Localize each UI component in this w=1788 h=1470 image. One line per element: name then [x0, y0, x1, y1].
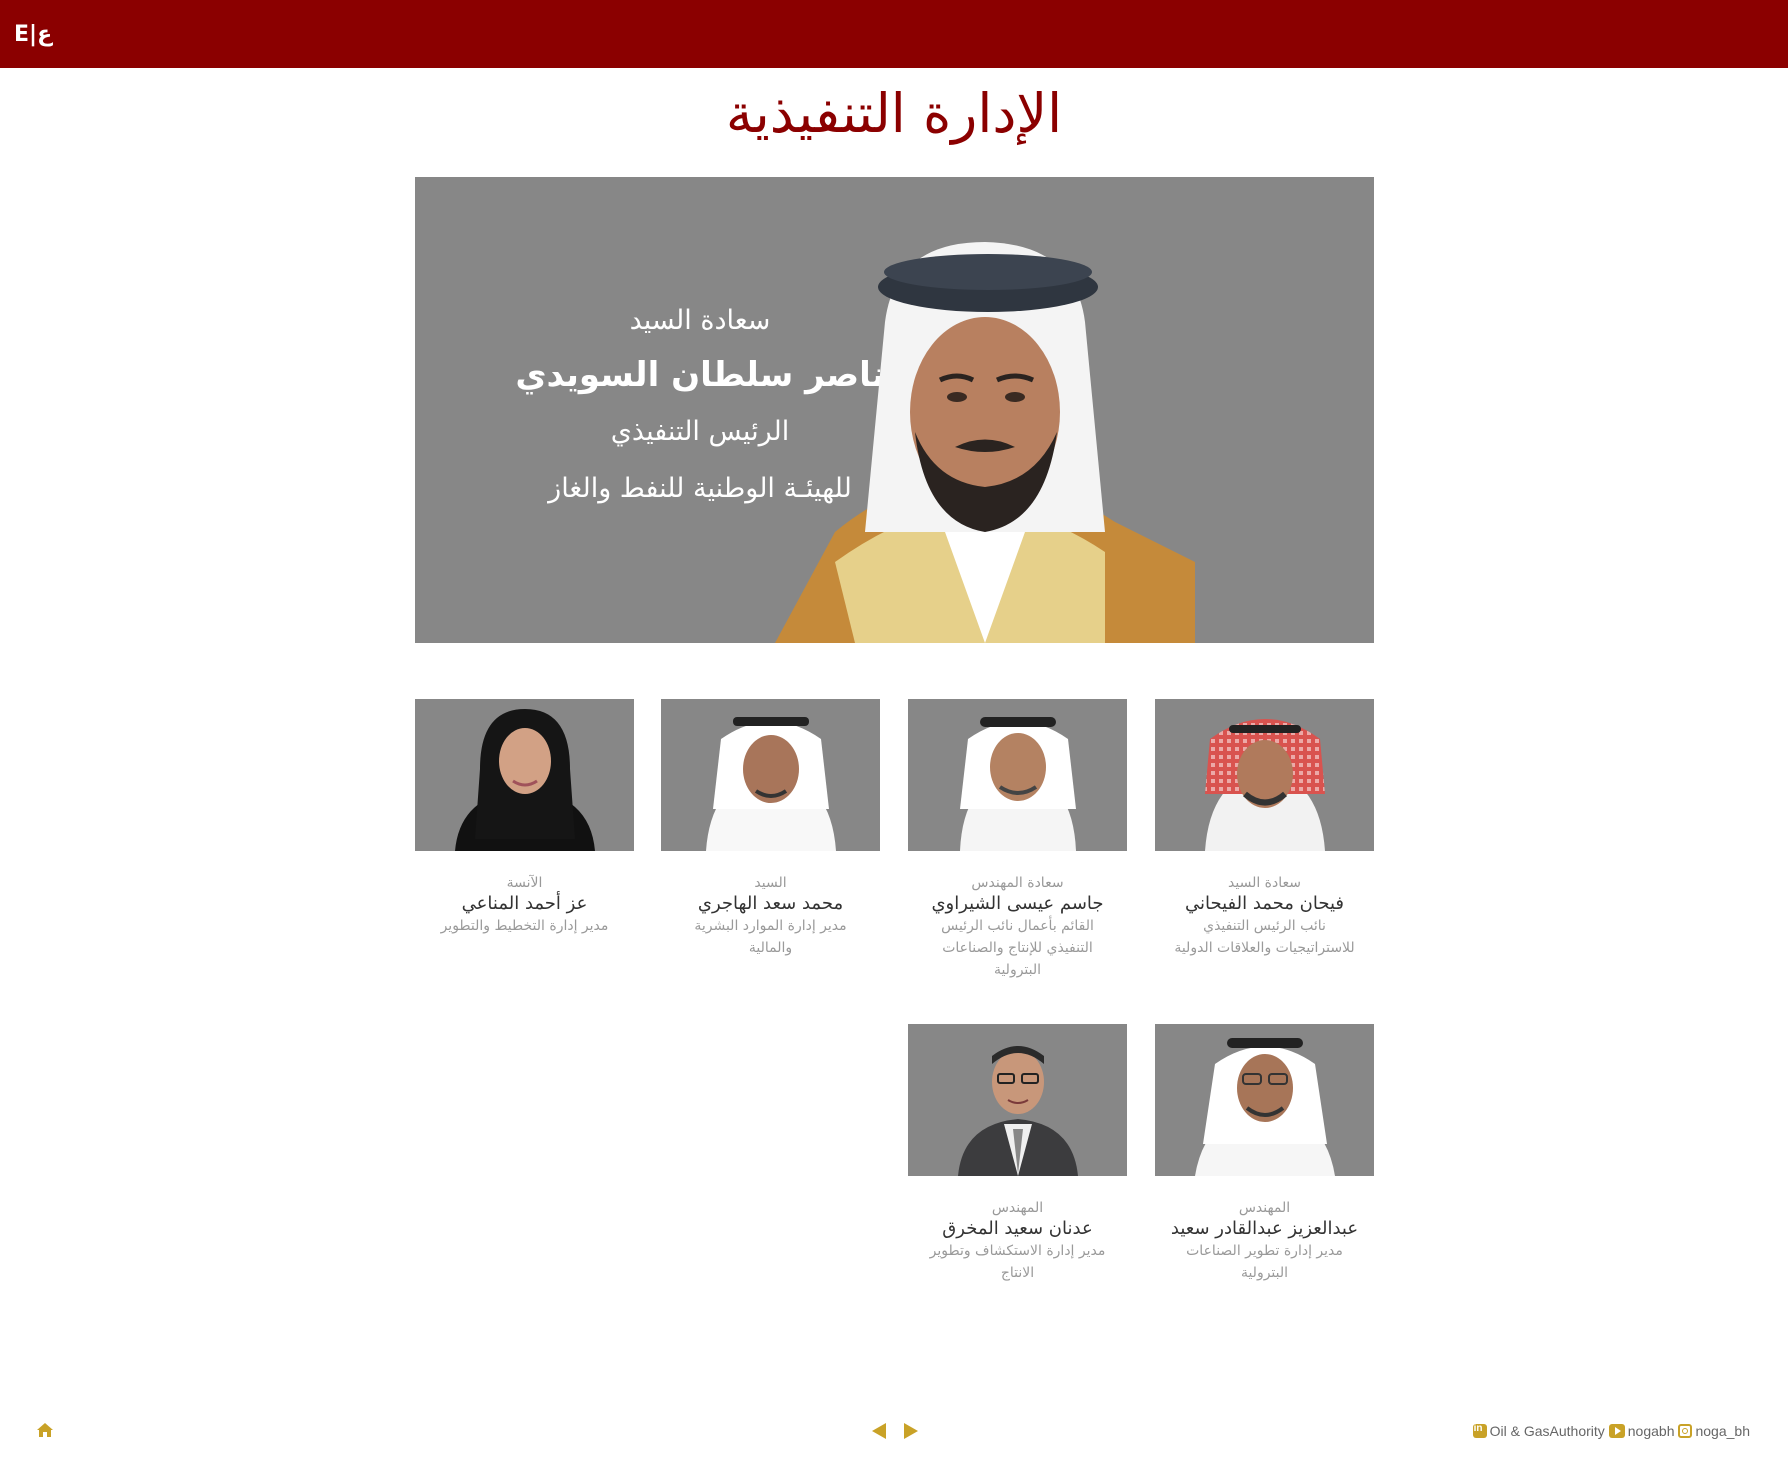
arrow-right-icon[interactable] [903, 1422, 919, 1440]
ceo-portrait [775, 242, 1195, 643]
social-links: Oil & GasAuthority nogabh noga_bh [1469, 1423, 1750, 1439]
youtube-link[interactable]: nogabh [1608, 1423, 1675, 1439]
language-toggle[interactable]: E|ع [14, 22, 52, 47]
executive-honorific: سعادة السيد [1228, 875, 1301, 891]
executive-name: عبدالعزيز عبدالقادر سعيد [1170, 1218, 1359, 1239]
instagram-icon [1678, 1424, 1693, 1438]
executive-card-3[interactable]: السيد محمد سعد الهاجري مدير إدارة الموار… [661, 699, 880, 959]
executive-card-6[interactable]: المهندس عدنان سعيد المخرق مدير إدارة الا… [908, 1024, 1127, 1284]
executive-photo [1155, 699, 1374, 851]
executive-name: جاسم عيسى الشيراوي [931, 893, 1104, 914]
executive-photo [661, 699, 880, 851]
executive-role: مدير إدارة التخطيط والتطوير [440, 918, 609, 934]
executive-photo [908, 699, 1127, 851]
arrow-left-icon[interactable] [871, 1422, 887, 1440]
executive-honorific: المهندس [1238, 1200, 1291, 1216]
executive-name: عز أحمد المناعي [461, 893, 588, 914]
executive-card-1[interactable]: سعادة السيد فيحان محمد الفيحاني نائب الر… [1155, 699, 1374, 959]
executive-card-2[interactable]: سعادة المهندس جاسم عيسى الشيراوي القائم … [908, 699, 1127, 981]
executive-card-5[interactable]: المهندس عبدالعزيز عبدالقادر سعيد مدير إد… [1155, 1024, 1374, 1284]
executive-photo [415, 699, 634, 851]
executive-role: مدير إدارة تطوير الصناعات البترولية [1186, 1243, 1343, 1281]
youtube-label: nogabh [1627, 1423, 1675, 1439]
executive-honorific: المهندس [991, 1200, 1044, 1216]
linkedin-link[interactable]: Oil & GasAuthority [1472, 1423, 1605, 1439]
executive-name: فيحان محمد الفيحاني [1184, 893, 1345, 914]
executive-role: مدير إدارة الموارد البشرية والمالية [694, 918, 847, 956]
executive-role: القائم بأعمال نائب الرئيس التنفيذي للإنت… [941, 918, 1094, 978]
executive-role: نائب الرئيس التنفيذي للاستراتيجيات والعل… [1174, 918, 1355, 956]
ceo-banner: سعادة السيد ناصر سلطان السويدي الرئيس ال… [415, 177, 1374, 643]
executive-name: عدنان سعيد المخرق [942, 1218, 1093, 1239]
page-title: الإدارة التنفيذية [725, 82, 1063, 145]
executive-card-4[interactable]: الآنسة عز أحمد المناعي مدير إدارة التخطي… [415, 699, 634, 937]
linkedin-label: Oil & GasAuthority [1489, 1423, 1605, 1439]
youtube-icon [1608, 1424, 1625, 1438]
executive-name: محمد سعد الهاجري [697, 893, 844, 914]
executive-honorific: السيد [754, 875, 787, 891]
executive-photo [1155, 1024, 1374, 1176]
executive-role: مدير إدارة الاستكشاف وتطوير الانتاج [929, 1243, 1106, 1281]
instagram-link[interactable]: noga_bh [1678, 1423, 1750, 1439]
executive-honorific: الآنسة [506, 875, 543, 891]
linkedin-icon [1472, 1423, 1487, 1438]
home-icon[interactable] [36, 1422, 54, 1438]
executive-photo [908, 1024, 1127, 1176]
instagram-label: noga_bh [1695, 1423, 1750, 1439]
executive-honorific: سعادة المهندس [971, 875, 1064, 891]
top-bar: E|ع [0, 0, 1788, 68]
